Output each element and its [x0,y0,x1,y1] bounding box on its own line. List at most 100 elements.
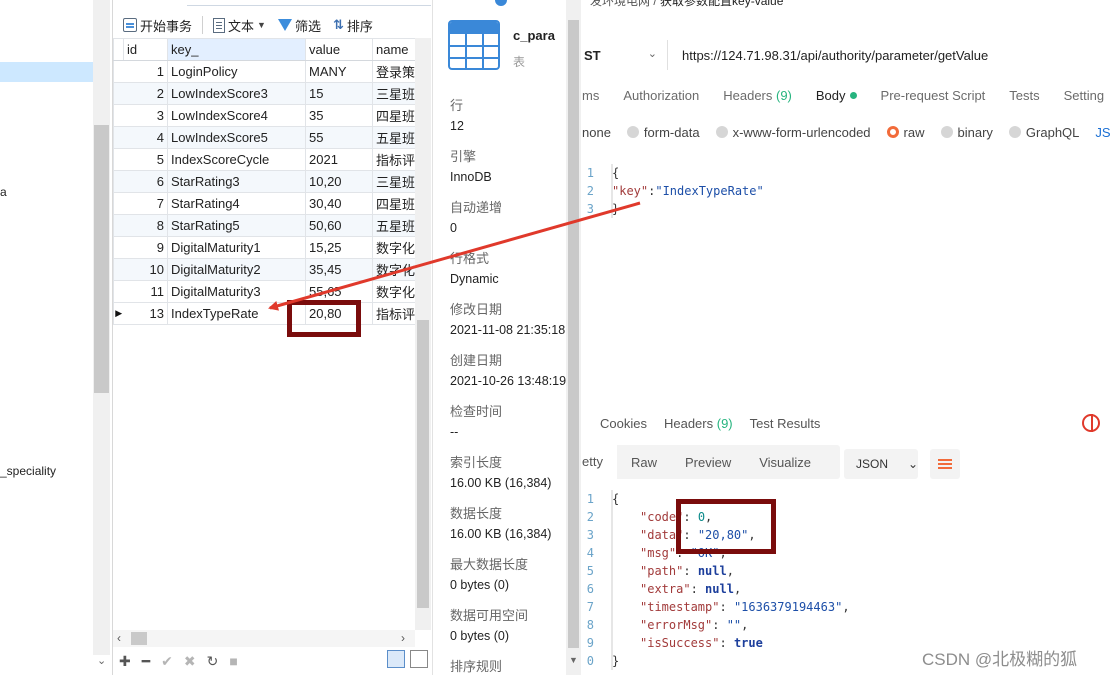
table-row[interactable]: 8StarRating550,60五星班组 [113,214,416,237]
row-pointer[interactable] [113,214,124,237]
tab-authorization[interactable]: Authorization [623,88,699,110]
body-option-none[interactable]: none [582,125,611,140]
row-pointer[interactable] [113,192,124,215]
grid-horizontal-scrollbar[interactable]: ‹ › [113,630,415,647]
tab-test-results[interactable]: Test Results [750,416,821,431]
cell-id[interactable]: 4 [123,126,168,149]
table-row[interactable]: 3LowIndexScore435四星班组 [113,104,416,127]
cell-key[interactable]: IndexTypeRate [167,302,306,325]
cell-id[interactable]: 8 [123,214,168,237]
tree-item-fragment[interactable]: a [0,185,7,199]
cell-key[interactable]: DigitalMaturity3 [167,280,306,303]
row-pointer[interactable] [113,170,124,193]
stop-icon[interactable]: ■ [229,653,237,669]
cell-value[interactable]: MANY [305,60,373,83]
cell-key[interactable]: LowIndexScore4 [167,104,306,127]
response-body-viewer[interactable]: 1 2 3 4 5 6 7 8 9 0 { "code": 0, "data":… [582,490,1110,670]
table-row[interactable]: 10DigitalMaturity235,45数字化成 [113,258,416,281]
cell-name[interactable]: 数字化成 [372,236,416,259]
form-view-icon[interactable] [410,650,428,668]
cell-key[interactable]: StarRating3 [167,170,306,193]
tab-headers[interactable]: Headers (9) [723,88,792,110]
text-button[interactable]: 文本 ▼ [209,14,270,36]
row-pointer[interactable] [113,126,124,149]
table-row[interactable]: 1LoginPolicyMANY登录策略 [113,60,416,83]
cell-id[interactable]: 1 [123,60,168,83]
cell-value[interactable]: 15 [305,82,373,105]
cell-value[interactable]: 55 [305,126,373,149]
cell-key[interactable]: IndexScoreCycle [167,148,306,171]
grid-vertical-scrollbar[interactable] [415,38,431,630]
cell-value[interactable]: 30,40 [305,192,373,215]
breadcrumb-request[interactable]: 获取参数配置key-value [660,0,783,8]
row-pointer[interactable]: ▶ [113,302,124,325]
column-header-name[interactable]: name [372,38,416,61]
tab-body[interactable]: Body [816,88,857,110]
grid-vscroll-thumb[interactable] [417,320,429,608]
scroll-right-icon[interactable]: › [401,631,405,645]
grid-view-icon[interactable] [387,650,405,668]
cell-id[interactable]: 5 [123,148,168,171]
add-record-icon[interactable]: ✚ [119,653,131,670]
scroll-down-icon[interactable]: ▼ [569,655,578,665]
http-method-select[interactable]: ST ⌄ [582,40,668,70]
filter-button[interactable]: 筛选 [274,14,325,36]
column-header-value[interactable]: value [305,38,373,61]
cell-name[interactable]: 三星班组 [372,170,416,193]
tab-cookies[interactable]: Cookies [600,416,647,431]
apply-check-icon[interactable]: ✔ [161,653,173,670]
url-input[interactable] [682,42,1110,68]
cell-id[interactable]: 6 [123,170,168,193]
row-pointer[interactable] [113,148,124,171]
cell-name[interactable]: 登录策略 [372,60,416,83]
cell-name[interactable]: 四星班组 [372,104,416,127]
cell-name[interactable]: 三星班组 [372,82,416,105]
cell-id[interactable]: 3 [123,104,168,127]
cell-name[interactable]: 数字化成 [372,280,416,303]
breadcrumb-collection[interactable]: 发环境电网 [590,0,650,8]
info-scrollbar[interactable]: ▼ [566,0,581,675]
body-option-urlencoded[interactable]: x-www-form-urlencoded [715,125,871,140]
body-option-raw[interactable]: raw [886,125,925,140]
format-pretty[interactable]: etty [582,445,617,479]
table-row[interactable]: 2LowIndexScore315三星班组 [113,82,416,105]
cell-key[interactable]: DigitalMaturity2 [167,258,306,281]
cell-name[interactable]: 指标评分 [372,302,416,325]
cell-key[interactable]: DigitalMaturity1 [167,236,306,259]
cell-value[interactable]: 35 [305,104,373,127]
begin-transaction-button[interactable]: 开始事务 [119,14,196,36]
cell-id[interactable]: 11 [123,280,168,303]
tab-params[interactable]: ms [582,88,599,110]
cell-key[interactable]: StarRating4 [167,192,306,215]
table-row[interactable]: 7StarRating430,40四星班组 [113,192,416,215]
format-preview[interactable]: Preview [671,455,745,470]
wrap-lines-icon[interactable] [930,449,960,479]
cell-name[interactable]: 四星班组 [372,192,416,215]
cell-value[interactable]: 10,20 [305,170,373,193]
scroll-left-icon[interactable]: ‹ [117,631,121,645]
tree-scrollbar[interactable] [93,0,110,655]
cell-value[interactable]: 15,25 [305,236,373,259]
discard-x-icon[interactable]: ✖ [184,653,196,670]
cell-id[interactable]: 9 [123,236,168,259]
table-row[interactable]: ▶13IndexTypeRate20,80指标评分 [113,302,416,325]
column-header-id[interactable]: id [123,38,168,61]
cell-id[interactable]: 10 [123,258,168,281]
cell-key[interactable]: LoginPolicy [167,60,306,83]
info-scroll-thumb[interactable] [568,20,579,648]
cell-id[interactable]: 2 [123,82,168,105]
tree-item-speciality[interactable]: _speciality [0,464,56,478]
raw-format-select[interactable]: JS [1095,125,1110,140]
cell-name[interactable]: 五星班组 [372,126,416,149]
chevron-down-icon[interactable]: ⌄ [97,654,106,667]
info-tab-icon[interactable] [495,0,507,6]
table-row[interactable]: 11DigitalMaturity355,65数字化成 [113,280,416,303]
cell-id[interactable]: 13 [123,302,168,325]
table-row[interactable]: 5IndexScoreCycle2021指标评分 [113,148,416,171]
request-body-editor[interactable]: 1 2 3 { "key":"IndexTypeRate" } [582,164,1110,224]
cell-name[interactable]: 五星班组 [372,214,416,237]
globe-icon[interactable] [1082,414,1100,432]
row-pointer[interactable] [113,82,124,105]
table-row[interactable]: 4LowIndexScore555五星班组 [113,126,416,149]
row-pointer[interactable] [113,236,124,259]
